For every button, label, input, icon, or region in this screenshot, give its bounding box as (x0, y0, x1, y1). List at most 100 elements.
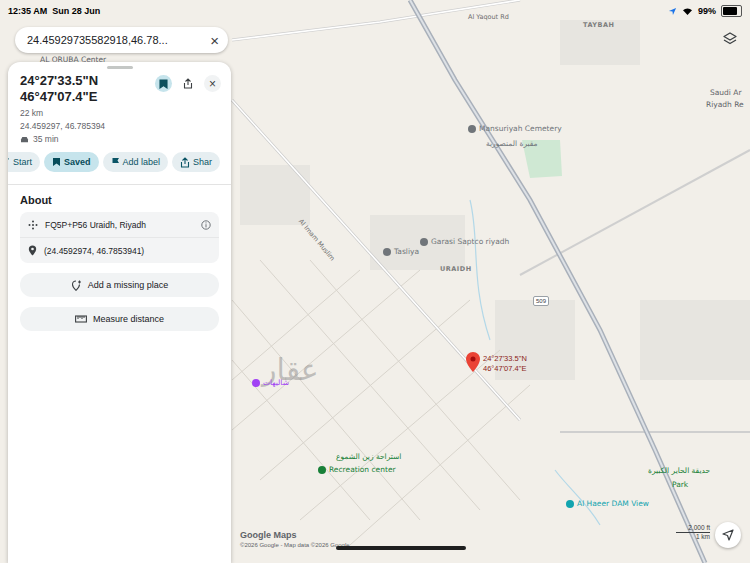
map-label[interactable]: Garasi Saptco riyadh (420, 237, 509, 247)
urban-block (640, 300, 750, 380)
add-location-icon (71, 280, 82, 291)
search-bar[interactable]: 24.45929735582918,46.78... × (15, 27, 228, 53)
map-label-text: Garasi Saptco riyadh (431, 237, 509, 247)
road (232, 0, 520, 40)
map-label-text: شاليهات (263, 378, 289, 388)
share-button[interactable] (181, 75, 195, 92)
map-label-text: Park (672, 480, 688, 490)
map-label-text: Mansuriyah Cemetery (479, 124, 562, 134)
map-label-text: Al Haeer DAM View (577, 499, 649, 509)
road (560, 431, 750, 433)
ruler-icon (75, 315, 87, 323)
wifi-icon (682, 7, 693, 16)
map-label-text: Al Yaqout Rd (468, 12, 509, 22)
poi-icon (420, 238, 428, 246)
action-chip-label: Add label (123, 157, 161, 167)
about-heading: About (8, 185, 231, 212)
distance: 22 km (20, 107, 219, 120)
parcel-line (260, 260, 480, 510)
wadi-stream (555, 470, 600, 525)
attribution: Google Maps©2026 Google - Map data ©2026… (240, 530, 350, 549)
place-title: 24°27'33.5"N46°47'07.4"E (20, 73, 98, 105)
clear-button[interactable]: × (210, 33, 219, 48)
share-icon (180, 157, 190, 168)
highway (410, 0, 705, 563)
scale-line (676, 532, 710, 533)
info-icon[interactable] (201, 220, 211, 230)
action-chip[interactable]: Saved (44, 152, 99, 172)
panel-button[interactable]: Add a missing place (20, 273, 219, 297)
status-bar: 12:35 AM Sun 28 Jun 99% (0, 0, 750, 20)
panel-button[interactable]: Measure distance (20, 307, 219, 331)
road (232, 100, 520, 420)
road (520, 150, 750, 275)
location-pin-icon[interactable] (466, 352, 480, 374)
map-label: مقبرة المنصورية (486, 139, 538, 149)
my-location-button[interactable] (715, 522, 741, 548)
car-icon (20, 136, 29, 143)
action-chip-label: Saved (64, 157, 91, 167)
pin-label-line: 24°27'33.5"N (483, 354, 527, 364)
map-ground (0, 0, 750, 563)
divider (8, 184, 231, 185)
urban-block (560, 20, 640, 65)
scale-metric: 1 km (696, 533, 710, 541)
action-chip-label: Shar (193, 157, 212, 167)
action-chip[interactable]: Add label (103, 152, 169, 172)
poi-icon (468, 125, 476, 133)
navigation-arrow-icon (722, 529, 734, 541)
road (232, 0, 520, 40)
map-label[interactable]: Al Haeer DAM View (566, 499, 649, 509)
road (232, 100, 520, 420)
maps-screen: عقارAl Yaqout RdTAYBAHMansuriyah Cemeter… (0, 0, 750, 563)
pin-label-line: 46°47'07.4"E (483, 364, 527, 374)
action-chip-label: Start (13, 157, 32, 167)
map-label[interactable]: Recreation center (318, 465, 396, 475)
status-time: 12:35 AM (8, 6, 47, 16)
search-value[interactable]: 24.45929735582918,46.78... (27, 34, 168, 46)
copyright-text: ©2026 Google - Map data ©2026 Google (240, 541, 350, 549)
parcel-line (310, 260, 520, 500)
parcel-line (300, 350, 500, 520)
map-label-text: TAYBAH (583, 20, 614, 30)
poi-icon (383, 248, 391, 256)
about-row[interactable]: FQ5P+P56 Uraidh, Riyadh (20, 212, 219, 237)
map-label[interactable]: Mansuriyah Cemetery (468, 124, 562, 134)
action-bar: Start Saved Add label Shar (8, 152, 231, 172)
about-row-text: FQ5P+P56 Uraidh, Riyadh (45, 220, 194, 230)
drive-time: 35 min (20, 133, 219, 146)
poi-icon (566, 500, 574, 508)
map-label-text: استراحة زين الشموع (336, 452, 401, 462)
place-title-line: 24°27'33.5"N (20, 73, 98, 89)
about-row[interactable]: (24.4592974, 46.7853941) (20, 237, 219, 263)
status-date: Sun 28 Jun (52, 6, 100, 16)
close-button[interactable]: × (204, 75, 221, 92)
map-label[interactable]: شاليهات (252, 378, 289, 388)
panel-button-label: Measure distance (93, 314, 164, 324)
layers-icon[interactable] (722, 31, 738, 47)
drag-handle[interactable] (107, 66, 133, 69)
coordinates: 24.459297, 46.785394 (20, 120, 219, 133)
about-row-text: (24.4592974, 46.7853941) (44, 246, 211, 256)
parcel-line (232, 300, 420, 520)
action-chip[interactable]: Shar (172, 152, 220, 172)
map-label-text: Saudi Ar (710, 88, 742, 98)
bookmark-icon (159, 79, 168, 89)
place-panel: 24°27'33.5"N46°47'07.4"E × 22 km24.459297,… (8, 62, 231, 563)
pin-label: 24°27'33.5"N46°47'07.4"E (483, 354, 527, 374)
map-label: Park (672, 480, 688, 490)
parcel-line (232, 270, 420, 430)
wadi-stream (470, 200, 490, 340)
map-label-text: Riyadh Re (706, 100, 744, 110)
map-label[interactable]: Tasliya (383, 247, 419, 257)
map-label-text: مقبرة المنصورية (486, 139, 538, 149)
map-label-text: Recreation center (329, 465, 396, 475)
battery-percent: 99% (698, 6, 716, 16)
battery-fill (723, 7, 737, 15)
save-button[interactable] (155, 75, 172, 92)
action-chip[interactable]: Start (8, 152, 40, 172)
home-indicator (336, 546, 466, 550)
map-label: Al Yaqout Rd (468, 12, 509, 22)
navigate-icon (8, 157, 10, 167)
map-scale: 2,000 ft1 km (676, 524, 710, 541)
